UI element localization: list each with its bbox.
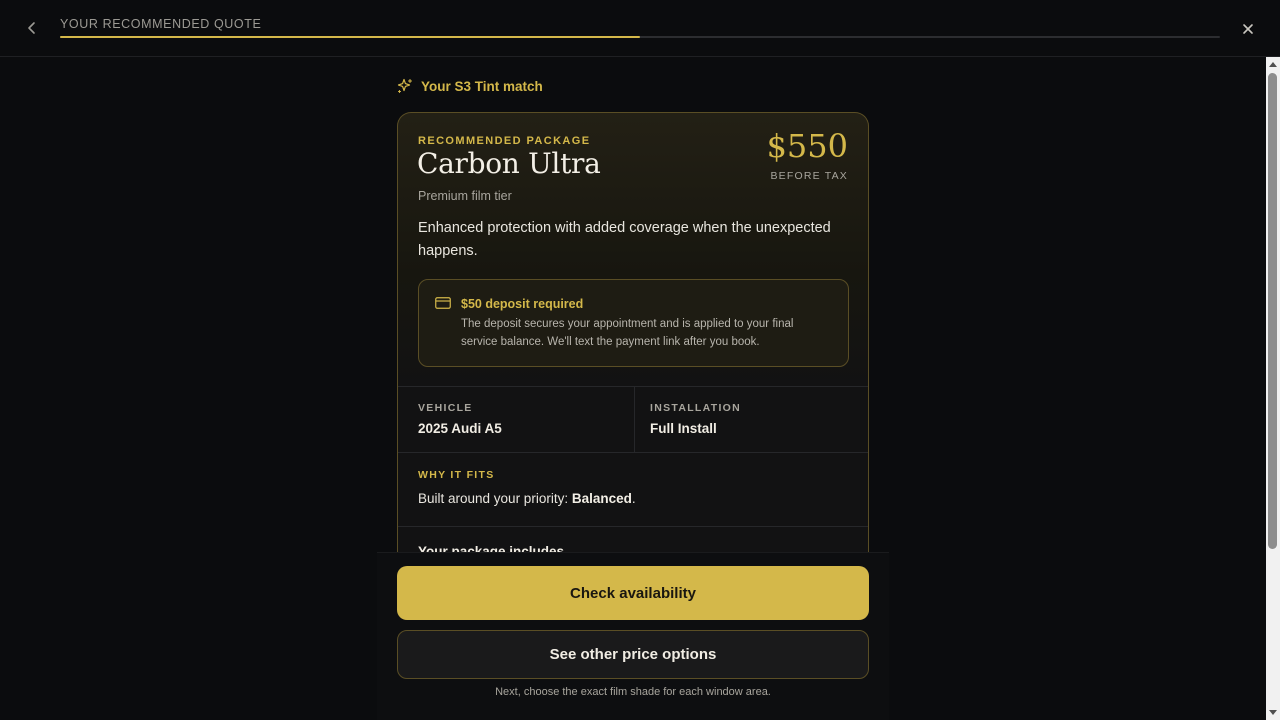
package-eyebrow: RECOMMENDED PACKAGE <box>418 135 591 147</box>
scroll-up-arrow-icon[interactable] <box>1269 62 1277 67</box>
progress-bar <box>60 36 1220 38</box>
deposit-title: $50 deposit required <box>461 297 584 311</box>
deposit-text: The deposit secures your appointment and… <box>461 318 794 348</box>
installation-label: INSTALLATION <box>650 402 742 414</box>
vehicle-value: 2025 Audi A5 <box>418 421 502 436</box>
action-bar: Check availability See other price optio… <box>377 552 889 720</box>
divider <box>634 387 635 452</box>
package-tier: Premium film tier <box>418 189 512 203</box>
why-text: Built around your priority: Balanced. <box>418 491 636 506</box>
divider <box>398 526 868 527</box>
package-name: Carbon Ultra <box>417 147 601 180</box>
check-availability-button[interactable]: Check availability <box>397 566 869 620</box>
match-row: Your S3 Tint match <box>397 77 543 95</box>
back-button[interactable] <box>20 16 44 40</box>
priority-value: Balanced <box>571 491 632 506</box>
why-suffix: . <box>631 491 636 506</box>
package-price: $550 <box>766 127 848 165</box>
chevron-left-icon <box>28 22 35 34</box>
scrollbar[interactable] <box>1266 57 1280 720</box>
divider <box>398 452 868 453</box>
why-label: WHY IT FITS <box>418 469 495 481</box>
deposit-notice: $50 deposit required The deposit secures… <box>418 279 849 367</box>
page-title: YOUR RECOMMENDED QUOTE <box>60 17 262 31</box>
close-button[interactable] <box>1236 17 1260 41</box>
price-note: BEFORE TAX <box>770 170 848 182</box>
action-note: Next, choose the exact film shade for ea… <box>495 686 771 698</box>
other-price-options-button[interactable]: See other price options <box>397 630 869 679</box>
scroll-thumb[interactable] <box>1268 73 1277 549</box>
why-prefix: Built around your priority: <box>418 491 572 506</box>
match-label: Your S3 Tint match <box>421 78 543 94</box>
close-icon <box>1243 24 1253 34</box>
package-description: Enhanced protection with added coverage … <box>418 220 831 259</box>
vehicle-label: VEHICLE <box>418 402 473 414</box>
scroll-down-arrow-icon[interactable] <box>1269 710 1277 715</box>
credit-card-icon <box>435 297 451 309</box>
installation-value: Full Install <box>650 421 717 436</box>
header: YOUR RECOMMENDED QUOTE <box>0 0 1280 57</box>
progress-fill <box>60 36 640 38</box>
package-card: RECOMMENDED PACKAGE Carbon Ultra Premium… <box>397 112 869 572</box>
sparkle-icon <box>397 78 413 94</box>
